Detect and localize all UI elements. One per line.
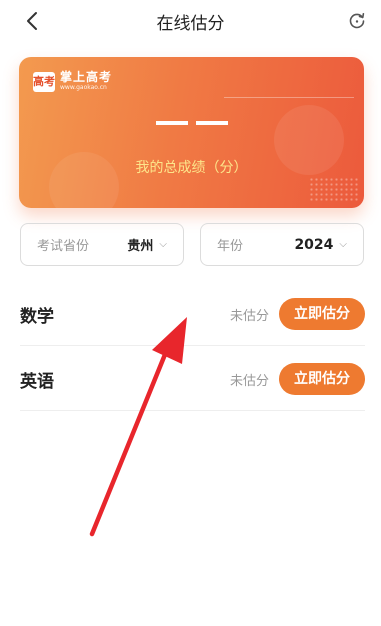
logo-name: 掌上高考 [60, 70, 113, 84]
score-dash [195, 121, 228, 125]
subject-name: 英语 [20, 372, 54, 392]
score-dash [155, 121, 188, 125]
decorative-dots [309, 177, 359, 203]
year-select-value: 2024 [294, 236, 334, 253]
logo-badge-icon: 高考 [33, 71, 55, 92]
chevron-down-icon: ⌵ [159, 239, 167, 250]
page-title: 在线估分 [156, 14, 225, 34]
estimate-now-button[interactable]: 立即估分 [279, 363, 365, 395]
estimate-now-button[interactable]: 立即估分 [279, 298, 365, 330]
top-nav-bar: 在线估分 [0, 0, 381, 44]
subject-row-english: 英语 未估分 立即估分 [20, 347, 365, 411]
subject-row-math: 数学 未估分 立即估分 [20, 282, 365, 346]
decorative-line [224, 97, 354, 98]
total-score-label: 我的总成绩（分） [135, 160, 248, 176]
province-select-label: 考试省份 [37, 239, 90, 254]
estimate-status: 未估分 [229, 374, 269, 389]
subject-name: 数学 [20, 307, 54, 327]
refresh-icon[interactable] [347, 11, 367, 31]
chevron-down-icon: ⌵ [339, 239, 347, 250]
logo-url: www.gaokao.cn [60, 84, 107, 91]
province-select-value: 贵州 [127, 239, 154, 254]
total-score-card: 高考 掌上高考 www.gaokao.cn 我的总成绩（分） [19, 57, 364, 208]
estimate-status: 未估分 [229, 309, 269, 324]
year-select[interactable]: 年份 2024 ⌵ [200, 223, 364, 266]
gaokao-logo: 高考 掌上高考 www.gaokao.cn [33, 71, 112, 92]
province-select[interactable]: 考试省份 贵州 ⌵ [20, 223, 184, 266]
year-select-label: 年份 [217, 239, 244, 254]
total-score-placeholder [19, 113, 364, 133]
